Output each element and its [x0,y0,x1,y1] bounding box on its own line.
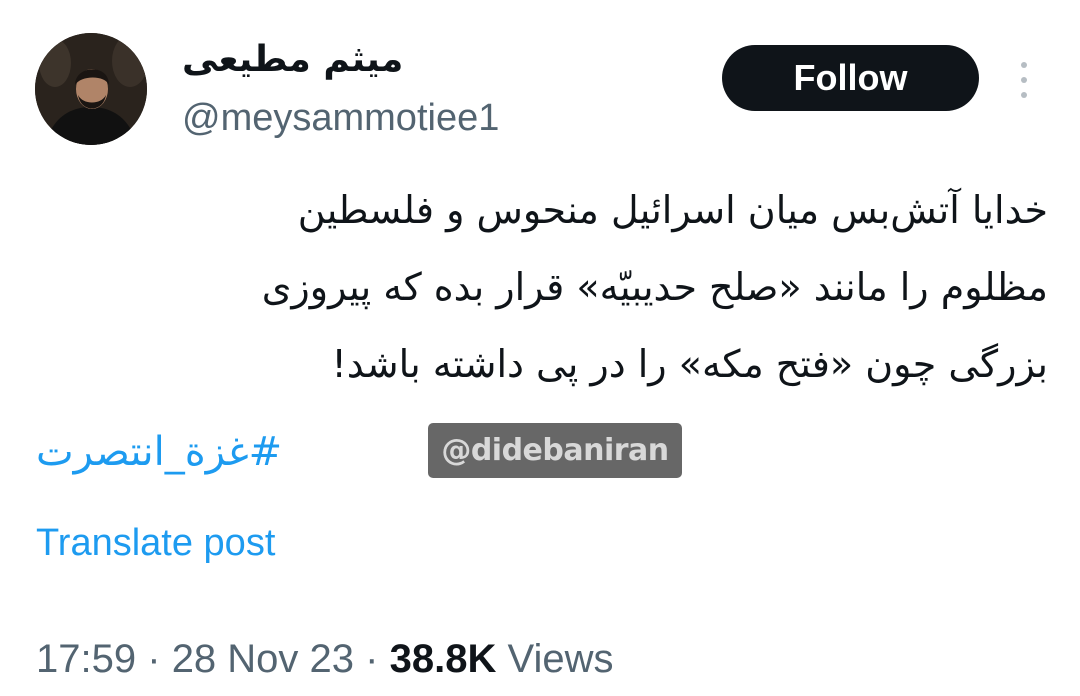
avatar[interactable] [35,33,147,145]
hashtag-link[interactable]: #غزة_انتصرت [36,422,336,482]
meta-separator: · [365,637,379,681]
more-dot [1021,62,1027,68]
avatar-image [35,33,147,145]
meta-separator: · [147,637,161,681]
views-count: 38.8K [389,637,497,681]
tweet-text: خدایا آتش‌بس میان اسرائیل منحوس و فلسطین… [30,172,1048,403]
more-dot [1021,92,1027,98]
author-handle[interactable]: @meysammotiee1 [182,94,499,142]
tweet-meta: 17:59 · 28 Nov 23 · 38.8K Views [36,632,613,686]
watermark: @didebaniran [428,423,682,478]
tweet-text-line: خدایا آتش‌بس میان اسرائیل منحوس و فلسطین [297,188,1048,232]
views-label: Views [507,637,614,681]
translate-post-link[interactable]: Translate post [36,518,275,568]
tweet-text-line: بزرگی چون «فتح مکه» را در پی داشته باشد! [331,342,1048,386]
tweet-text-line: مظلوم را مانند «صلح حدیبیّه» قرار بده که… [261,265,1048,309]
tweet-time[interactable]: 17:59 [36,637,136,681]
more-vertical-icon[interactable] [1008,58,1040,102]
follow-button[interactable]: Follow [722,45,979,111]
more-dot [1021,77,1027,83]
tweet-date[interactable]: 28 Nov 23 [172,637,354,681]
display-name[interactable]: میثم مطیعی [182,36,403,84]
